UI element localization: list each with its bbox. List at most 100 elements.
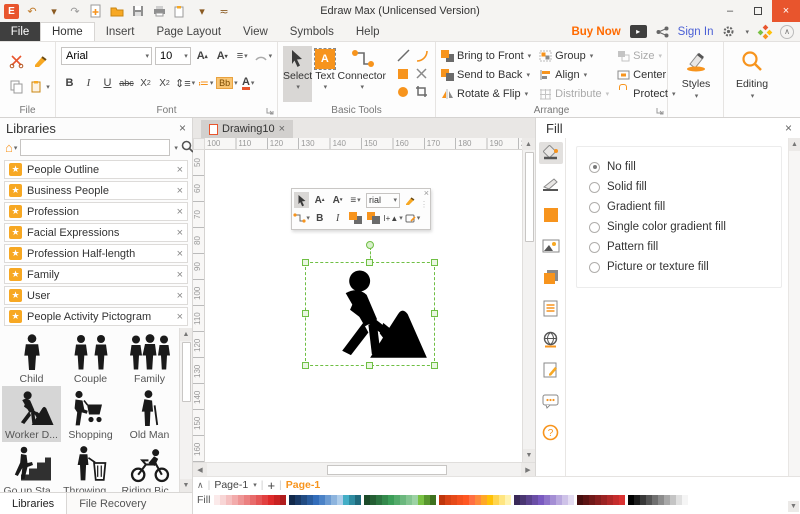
symbol-couple[interactable]: Couple bbox=[61, 330, 120, 386]
italic-button[interactable]: I bbox=[80, 74, 97, 93]
paste-icon[interactable]: ▾ bbox=[30, 77, 50, 97]
center-button[interactable]: Center bbox=[617, 65, 675, 84]
symbol-go-up-stairs[interactable]: Go up Sta... bbox=[2, 442, 61, 492]
font-color-icon[interactable]: A ▾ bbox=[240, 74, 257, 93]
worker-digging-shape[interactable] bbox=[312, 267, 430, 363]
scroll-up-icon[interactable]: ▲ bbox=[180, 328, 192, 341]
bottom-right-scroll-icon[interactable]: ▼ bbox=[788, 501, 799, 512]
palette-swatch[interactable] bbox=[355, 495, 362, 505]
library-item[interactable]: ★ People Outline × bbox=[4, 160, 188, 179]
superscript-button[interactable]: X2 bbox=[156, 74, 173, 93]
group-button[interactable]: Group ▾ bbox=[539, 46, 609, 65]
radio-icon[interactable] bbox=[589, 181, 600, 193]
paste-dropdown-icon[interactable]: ▾ bbox=[194, 4, 210, 19]
help-icon[interactable]: ? bbox=[539, 421, 563, 443]
redo-icon[interactable]: ↷ bbox=[67, 4, 83, 19]
resize-handle-se[interactable] bbox=[431, 362, 438, 369]
bold-button[interactable]: B bbox=[61, 74, 78, 93]
distribute-button[interactable]: Distribute ▾ bbox=[539, 84, 609, 103]
library-item[interactable]: ★ Facial Expressions × bbox=[4, 223, 188, 242]
send-to-back-button[interactable]: Send to Back ▾ bbox=[441, 65, 531, 84]
tab-file-recovery[interactable]: File Recovery bbox=[67, 493, 158, 514]
document-tab-close-icon[interactable]: × bbox=[279, 123, 285, 135]
tab-help[interactable]: Help bbox=[345, 22, 391, 41]
mini-decrease-font-icon[interactable]: A ▾ bbox=[330, 192, 345, 208]
line-spacing-icon[interactable]: ⇕≡ ▾ bbox=[175, 74, 195, 93]
text-arc-icon[interactable]: ▾ bbox=[254, 47, 272, 66]
library-item-close-icon[interactable]: × bbox=[177, 290, 183, 302]
freeform-tool-icon[interactable] bbox=[415, 67, 428, 83]
mini-align-icon[interactable]: Ι+▲ ▾ bbox=[383, 210, 402, 226]
hyperlink-globe-icon[interactable] bbox=[539, 328, 563, 350]
presentation-icon[interactable]: ▸ bbox=[629, 25, 647, 38]
increase-font-icon[interactable]: A ▴ bbox=[194, 47, 211, 66]
active-page-tab[interactable]: Page-1 bbox=[286, 479, 320, 491]
fill-option[interactable]: Solid fill bbox=[589, 177, 781, 197]
mini-italic-button[interactable]: I bbox=[330, 210, 345, 226]
radio-icon[interactable] bbox=[589, 261, 600, 273]
pagebar-collapse-icon[interactable]: ∧ bbox=[197, 480, 204, 491]
mini-send-back-icon[interactable] bbox=[366, 210, 381, 226]
h-scroll-thumb[interactable] bbox=[327, 464, 447, 475]
library-item-close-icon[interactable]: × bbox=[177, 164, 183, 176]
paragraph-options-icon[interactable]: ≡ ▾ bbox=[234, 47, 251, 66]
mini-bold-button[interactable]: B bbox=[312, 210, 327, 226]
palette-swatch[interactable] bbox=[280, 495, 287, 505]
fill-scroll-up-icon[interactable]: ▲ bbox=[789, 138, 800, 151]
line-style-icon[interactable] bbox=[539, 173, 563, 195]
resize-handle-nw[interactable] bbox=[302, 259, 309, 266]
text-tool-button[interactable]: A Text ▾ bbox=[313, 46, 336, 102]
buy-now-link[interactable]: Buy Now bbox=[571, 26, 620, 38]
search-icon[interactable] bbox=[181, 140, 194, 156]
symbol-old-man[interactable]: Old Man bbox=[120, 386, 179, 442]
tab-insert[interactable]: Insert bbox=[95, 22, 146, 41]
save-icon[interactable] bbox=[130, 4, 146, 19]
select-tool-button[interactable]: Select ▾ bbox=[283, 46, 313, 102]
bullets-icon[interactable]: ≔ ▾ bbox=[197, 74, 214, 93]
format-painter-icon[interactable] bbox=[30, 51, 50, 71]
collapse-ribbon-icon[interactable]: ∧ bbox=[780, 24, 794, 39]
palette-swatch[interactable] bbox=[619, 495, 626, 505]
library-item-close-icon[interactable]: × bbox=[177, 185, 183, 197]
bring-to-front-button[interactable]: Bring to Front ▾ bbox=[441, 46, 531, 65]
resize-handle-sw[interactable] bbox=[302, 362, 309, 369]
fill-panel-scrollbar[interactable]: ▲ bbox=[788, 138, 800, 476]
layers-icon[interactable] bbox=[539, 266, 563, 288]
size-button[interactable]: Size ▾ bbox=[617, 46, 675, 65]
symbol-throwing-trash[interactable]: Throwing ... bbox=[61, 442, 120, 492]
tab-libraries[interactable]: Libraries bbox=[0, 493, 68, 514]
canvas-scroll-left-icon[interactable]: ◀ bbox=[193, 463, 207, 476]
symbol-family[interactable]: Family bbox=[120, 330, 179, 386]
search-dropdown-icon[interactable]: ▾ bbox=[174, 144, 178, 152]
library-item-close-icon[interactable]: × bbox=[177, 227, 183, 239]
resize-handle-w[interactable] bbox=[302, 310, 309, 317]
library-item-close-icon[interactable]: × bbox=[177, 206, 183, 218]
strikethrough-button[interactable]: abc bbox=[118, 74, 135, 93]
radio-icon[interactable] bbox=[589, 201, 600, 213]
library-item-close-icon[interactable]: × bbox=[177, 311, 183, 323]
new-document-icon[interactable] bbox=[88, 4, 104, 19]
paste-special-icon[interactable] bbox=[172, 4, 188, 19]
radio-icon[interactable] bbox=[589, 161, 600, 173]
comment-icon[interactable] bbox=[539, 390, 563, 412]
shape-selection-box[interactable] bbox=[302, 241, 438, 369]
canvas-scroll-up-icon[interactable]: ▲ bbox=[522, 138, 535, 150]
align-button[interactable]: Align ▾ bbox=[539, 65, 609, 84]
fill-option[interactable]: Pattern fill bbox=[589, 237, 781, 257]
sign-in-link[interactable]: Sign In bbox=[678, 26, 714, 38]
fill-panel-close-icon[interactable]: × bbox=[785, 121, 792, 135]
fill-option[interactable]: Picture or texture fill bbox=[589, 257, 781, 277]
library-item-close-icon[interactable]: × bbox=[177, 248, 183, 260]
minimize-button[interactable]: – bbox=[716, 0, 744, 22]
line-tool-icon[interactable] bbox=[396, 49, 410, 65]
tab-symbols[interactable]: Symbols bbox=[279, 22, 345, 41]
rotate-flip-button[interactable]: Rotate & Flip ▾ bbox=[441, 84, 531, 103]
canvas-scroll-right-icon[interactable]: ▶ bbox=[521, 463, 535, 476]
print-icon[interactable] bbox=[151, 4, 167, 19]
mini-toolbar-close-icon[interactable]: × bbox=[424, 188, 429, 198]
maximize-button[interactable] bbox=[744, 0, 772, 22]
copy-icon[interactable] bbox=[6, 77, 26, 97]
palette-swatch[interactable] bbox=[568, 495, 575, 505]
drawing-page[interactable]: × ⋮ A ▴ A ▾ ≡ ▾ rial ▾ ▾ B I Ι+▲ ▾ ▾ bbox=[205, 150, 522, 462]
font-size-combo[interactable]: ▾ bbox=[155, 47, 191, 65]
